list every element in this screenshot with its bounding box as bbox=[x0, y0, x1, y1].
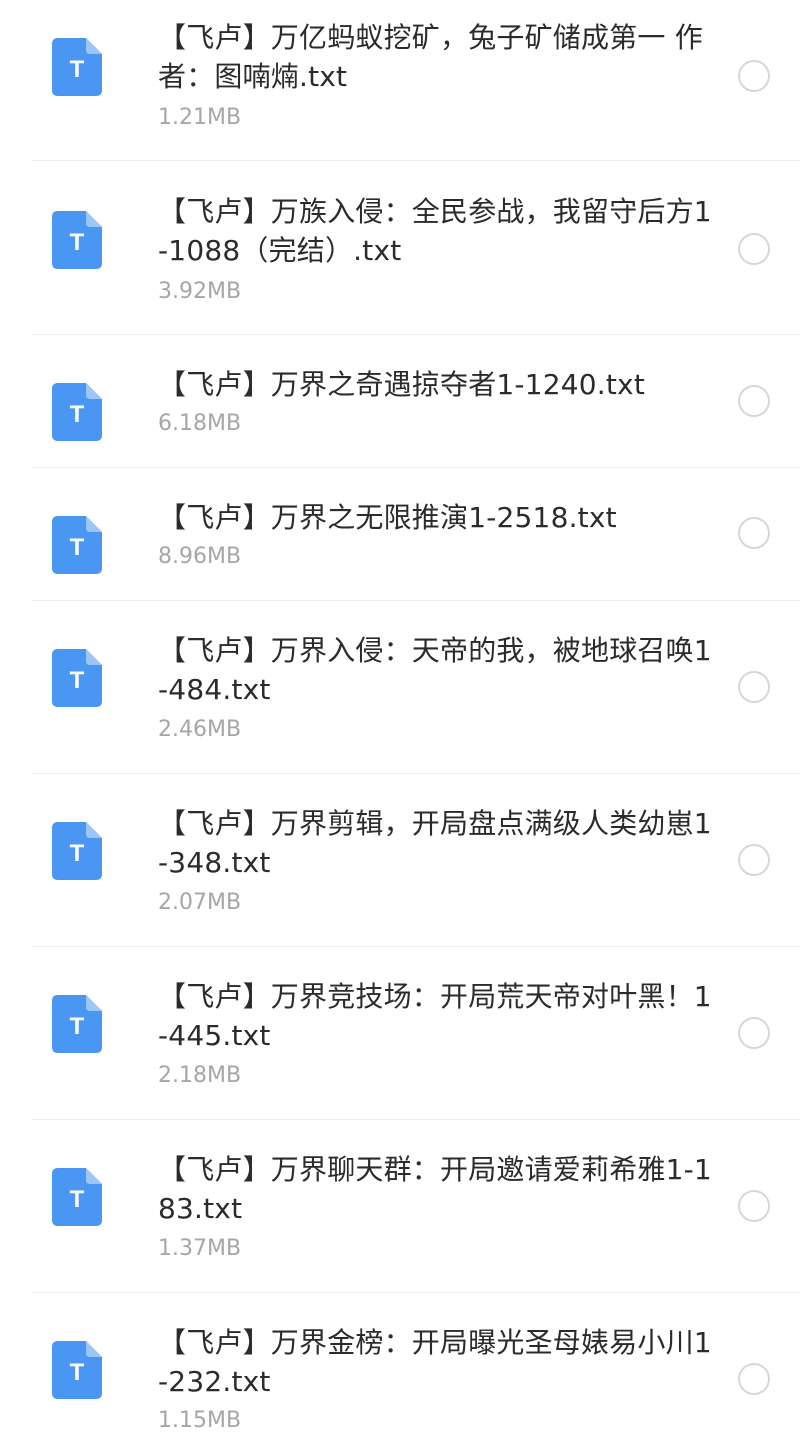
file-name: 【飞卢】万界之奇遇掠夺者1-1240.txt bbox=[158, 368, 646, 401]
text-file-icon: T bbox=[52, 1168, 102, 1226]
file-name: 【飞卢】万界入侵：天帝的我，被地球召唤1-484.txt bbox=[158, 634, 712, 706]
file-list-item[interactable]: T 【飞卢】万界之无限推演1-2518.txt 8.96MB bbox=[0, 468, 800, 600]
file-list-item[interactable]: T 【飞卢】万亿蚂蚁挖矿，兔子矿储成第一 作者：图喃煵.txt 1.21MB bbox=[0, 0, 800, 160]
svg-text:T: T bbox=[70, 667, 85, 694]
file-list-item[interactable]: T 【飞卢】万界金榜：开局曝光圣母婊易小川1-232.txt 1.15MB bbox=[0, 1293, 800, 1441]
file-list: T 【飞卢】万亿蚂蚁挖矿，兔子矿储成第一 作者：图喃煵.txt 1.21MB T… bbox=[0, 0, 800, 1441]
text-file-icon: T bbox=[52, 1341, 102, 1399]
file-name: 【飞卢】万亿蚂蚁挖矿，兔子矿储成第一 作者：图喃煵.txt bbox=[158, 21, 703, 93]
text-file-icon: T bbox=[52, 211, 102, 269]
file-size: 1.37MB bbox=[158, 1236, 242, 1261]
svg-text:T: T bbox=[70, 1359, 85, 1386]
file-name: 【飞卢】万界竞技场：开局荒天帝对叶黑！1-445.txt bbox=[158, 980, 712, 1052]
file-list-item[interactable]: T 【飞卢】万界之奇遇掠夺者1-1240.txt 6.18MB bbox=[0, 335, 800, 467]
text-file-icon: T bbox=[52, 38, 102, 96]
file-name: 【飞卢】万界剪辑，开局盘点满级人类幼崽1-348.txt bbox=[158, 807, 712, 879]
select-radio[interactable] bbox=[738, 671, 770, 703]
select-radio[interactable] bbox=[738, 60, 770, 92]
file-name: 【飞卢】万界金榜：开局曝光圣母婊易小川1-232.txt bbox=[158, 1326, 712, 1398]
file-name: 【飞卢】万界聊天群：开局邀请爱莉希雅1-183.txt bbox=[158, 1153, 712, 1225]
text-file-icon: T bbox=[52, 383, 102, 441]
file-size: 2.46MB bbox=[158, 717, 242, 742]
select-radio[interactable] bbox=[738, 1190, 770, 1222]
file-size: 3.92MB bbox=[158, 279, 242, 304]
file-name: 【飞卢】万族入侵：全民参战，我留守后方1-1088（完结）.txt bbox=[158, 195, 712, 267]
select-radio[interactable] bbox=[738, 1017, 770, 1049]
file-size: 6.18MB bbox=[158, 411, 242, 436]
svg-text:T: T bbox=[70, 229, 85, 256]
svg-text:T: T bbox=[70, 1186, 85, 1213]
select-radio[interactable] bbox=[738, 517, 770, 549]
select-radio[interactable] bbox=[738, 385, 770, 417]
file-list-item[interactable]: T 【飞卢】万族入侵：全民参战，我留守后方1-1088（完结）.txt 3.92… bbox=[0, 161, 800, 334]
file-size: 1.15MB bbox=[158, 1408, 242, 1433]
file-size: 2.18MB bbox=[158, 1063, 242, 1088]
file-list-item[interactable]: T 【飞卢】万界剪辑，开局盘点满级人类幼崽1-348.txt 2.07MB bbox=[0, 774, 800, 946]
svg-text:T: T bbox=[70, 840, 85, 867]
file-size: 1.21MB bbox=[158, 105, 242, 130]
svg-text:T: T bbox=[70, 534, 85, 561]
select-radio[interactable] bbox=[738, 233, 770, 265]
text-file-icon: T bbox=[52, 822, 102, 880]
file-name: 【飞卢】万界之无限推演1-2518.txt bbox=[158, 501, 617, 534]
file-list-item[interactable]: T 【飞卢】万界竞技场：开局荒天帝对叶黑！1-445.txt 2.18MB bbox=[0, 947, 800, 1119]
svg-text:T: T bbox=[70, 1013, 85, 1040]
select-radio[interactable] bbox=[738, 844, 770, 876]
file-list-item[interactable]: T 【飞卢】万界入侵：天帝的我，被地球召唤1-484.txt 2.46MB bbox=[0, 601, 800, 773]
text-file-icon: T bbox=[52, 516, 102, 574]
svg-text:T: T bbox=[70, 56, 85, 83]
file-size: 8.96MB bbox=[158, 544, 242, 569]
file-size: 2.07MB bbox=[158, 890, 242, 915]
svg-text:T: T bbox=[70, 401, 85, 428]
text-file-icon: T bbox=[52, 995, 102, 1053]
file-list-item[interactable]: T 【飞卢】万界聊天群：开局邀请爱莉希雅1-183.txt 1.37MB bbox=[0, 1120, 800, 1292]
select-radio[interactable] bbox=[738, 1363, 770, 1395]
text-file-icon: T bbox=[52, 649, 102, 707]
